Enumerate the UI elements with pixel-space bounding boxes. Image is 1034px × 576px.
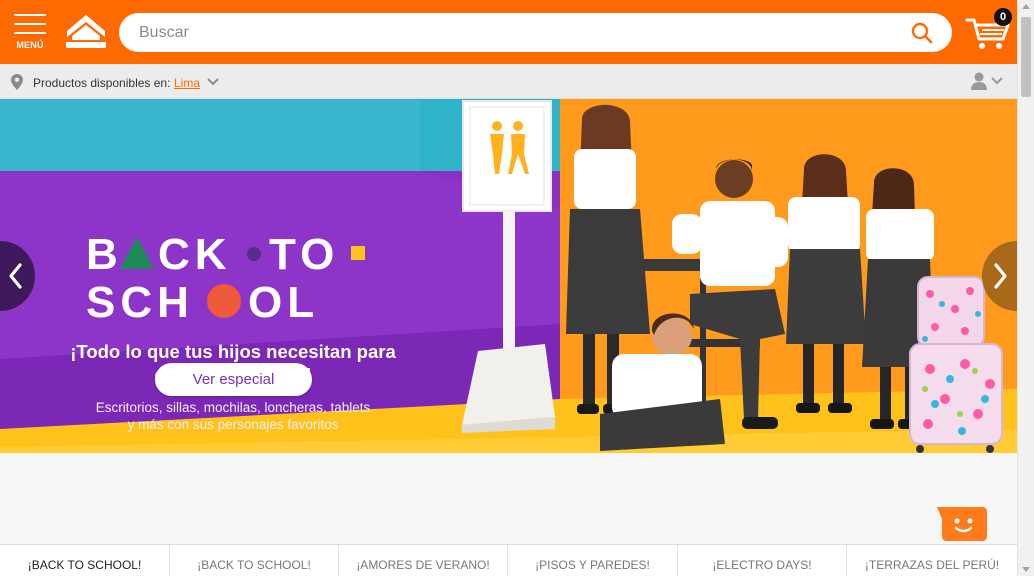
hamburger-icon <box>14 14 46 16</box>
tab-pisos-y-paredes[interactable]: ¡PISOS Y PAREDES! <box>508 545 678 576</box>
back-to-school-title: B CK TO SCH OL <box>86 230 386 327</box>
location-city-link[interactable]: Lima <box>174 76 200 90</box>
search-icon[interactable] <box>911 22 933 44</box>
scroll-down-arrow-icon[interactable] <box>1022 567 1030 572</box>
top-header: MENÚ 0 <box>0 0 1017 64</box>
category-tabs: ¡BACK TO SCHOOL! ¡BACK TO SCHOOL! ¡AMORE… <box>0 544 1017 576</box>
tab-amores-de-verano[interactable]: ¡AMORES DE VERANO! <box>339 545 508 576</box>
scroll-thumb[interactable] <box>1021 17 1031 97</box>
svg-text:TO: TO <box>269 233 339 279</box>
tab-electro-days[interactable]: ¡ELECTRO DAYS! <box>678 545 847 576</box>
location-bar: Productos disponibles en: Lima <box>0 64 1017 99</box>
hero-banner[interactable]: B CK TO SCH OL ¡Todo lo que tus hijos ne… <box>0 99 1017 453</box>
carousel-prev-arrow-icon[interactable] <box>0 241 36 311</box>
tab-back-to-school-1[interactable]: ¡BACK TO SCHOOL! <box>0 545 170 576</box>
home-logo-icon[interactable] <box>64 11 108 51</box>
search-bar <box>119 13 952 52</box>
search-input[interactable] <box>139 13 899 52</box>
page: MENÚ 0 Productos disponib <box>0 0 1034 576</box>
chevron-down-icon[interactable] <box>206 77 220 87</box>
back-to-school-logo: B CK TO SCH OL <box>86 230 365 327</box>
chat-bot-icon[interactable] <box>937 505 988 543</box>
svg-text:OL: OL <box>248 278 319 319</box>
location-pin-icon <box>11 74 23 90</box>
svg-text:B: B <box>86 233 123 279</box>
menu-label: MENÚ <box>16 40 44 50</box>
banner-subtext: Escritorios, sillas, mochilas, loncheras… <box>95 400 371 432</box>
see-special-button[interactable]: Ver especial <box>155 363 312 396</box>
menu-button[interactable]: MENÚ <box>12 12 48 52</box>
cart-count-badge: 0 <box>994 8 1012 26</box>
svg-text:SCH: SCH <box>86 278 194 319</box>
location-label: Productos disponibles en: <box>33 76 171 90</box>
scroll-up-arrow-icon[interactable] <box>1022 4 1030 9</box>
tab-terrazas-del-peru[interactable]: ¡TERRAZAS DEL PERÚ! <box>847 545 1017 576</box>
user-icon[interactable] <box>970 71 988 91</box>
svg-text:CK: CK <box>158 233 232 279</box>
page-scrollbar[interactable] <box>1017 0 1034 576</box>
tab-back-to-school-2[interactable]: ¡BACK TO SCHOOL! <box>170 545 339 576</box>
carousel-next-arrow-icon[interactable] <box>981 241 1017 311</box>
user-chevron-down-icon[interactable] <box>990 76 1004 86</box>
